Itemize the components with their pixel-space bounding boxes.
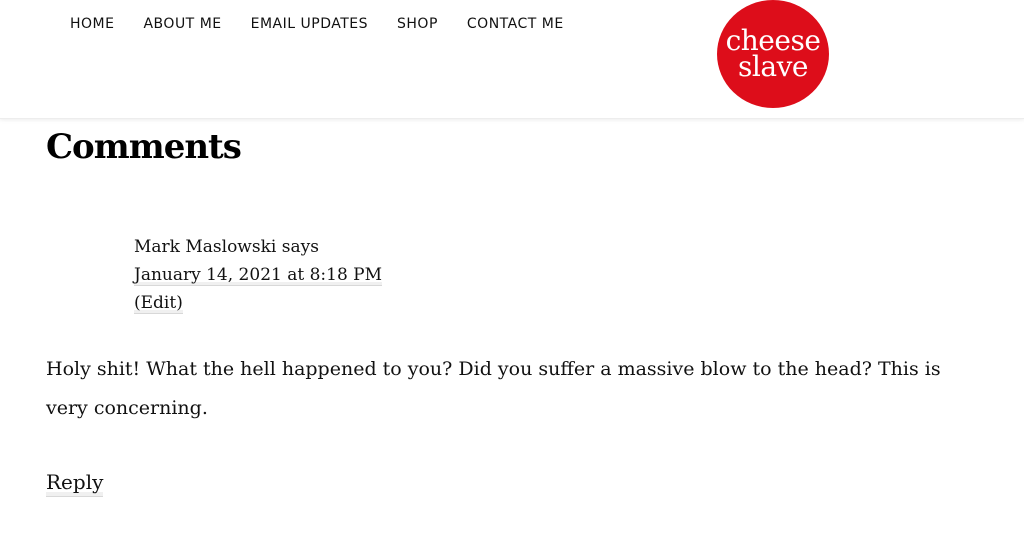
nav-shop[interactable]: SHOP bbox=[397, 16, 438, 32]
reply-link[interactable]: Reply bbox=[46, 468, 104, 497]
comment-author: Mark Maslowski says bbox=[134, 237, 319, 257]
nav-email-updates[interactable]: EMAIL UPDATES bbox=[251, 16, 368, 32]
logo-text-slave: slave bbox=[738, 50, 808, 83]
comment-date-line: January 14, 2021 at 8:18 PM bbox=[134, 261, 383, 289]
site-logo[interactable]: cheese slave bbox=[717, 0, 829, 108]
comment-edit-link[interactable]: (Edit) bbox=[134, 293, 183, 314]
comment-edit-line: (Edit) bbox=[134, 289, 382, 317]
main-nav: HOME ABOUT ME EMAIL UPDATES SHOP CONTACT… bbox=[70, 16, 564, 32]
nav-contact-me[interactable]: CONTACT ME bbox=[467, 16, 564, 32]
comments-heading: Comments bbox=[46, 127, 242, 167]
site-header: HOME ABOUT ME EMAIL UPDATES SHOP CONTACT… bbox=[0, 0, 1024, 119]
comment-text: Holy shit! What the hell happened to you… bbox=[46, 358, 941, 419]
nav-about-me[interactable]: ABOUT ME bbox=[143, 16, 221, 32]
nav-home[interactable]: HOME bbox=[70, 16, 114, 32]
comment-meta: Mark Maslowski says January 14, 2021 at … bbox=[134, 233, 383, 317]
comment-date-link[interactable]: January 14, 2021 at 8:18 PM bbox=[134, 265, 383, 286]
